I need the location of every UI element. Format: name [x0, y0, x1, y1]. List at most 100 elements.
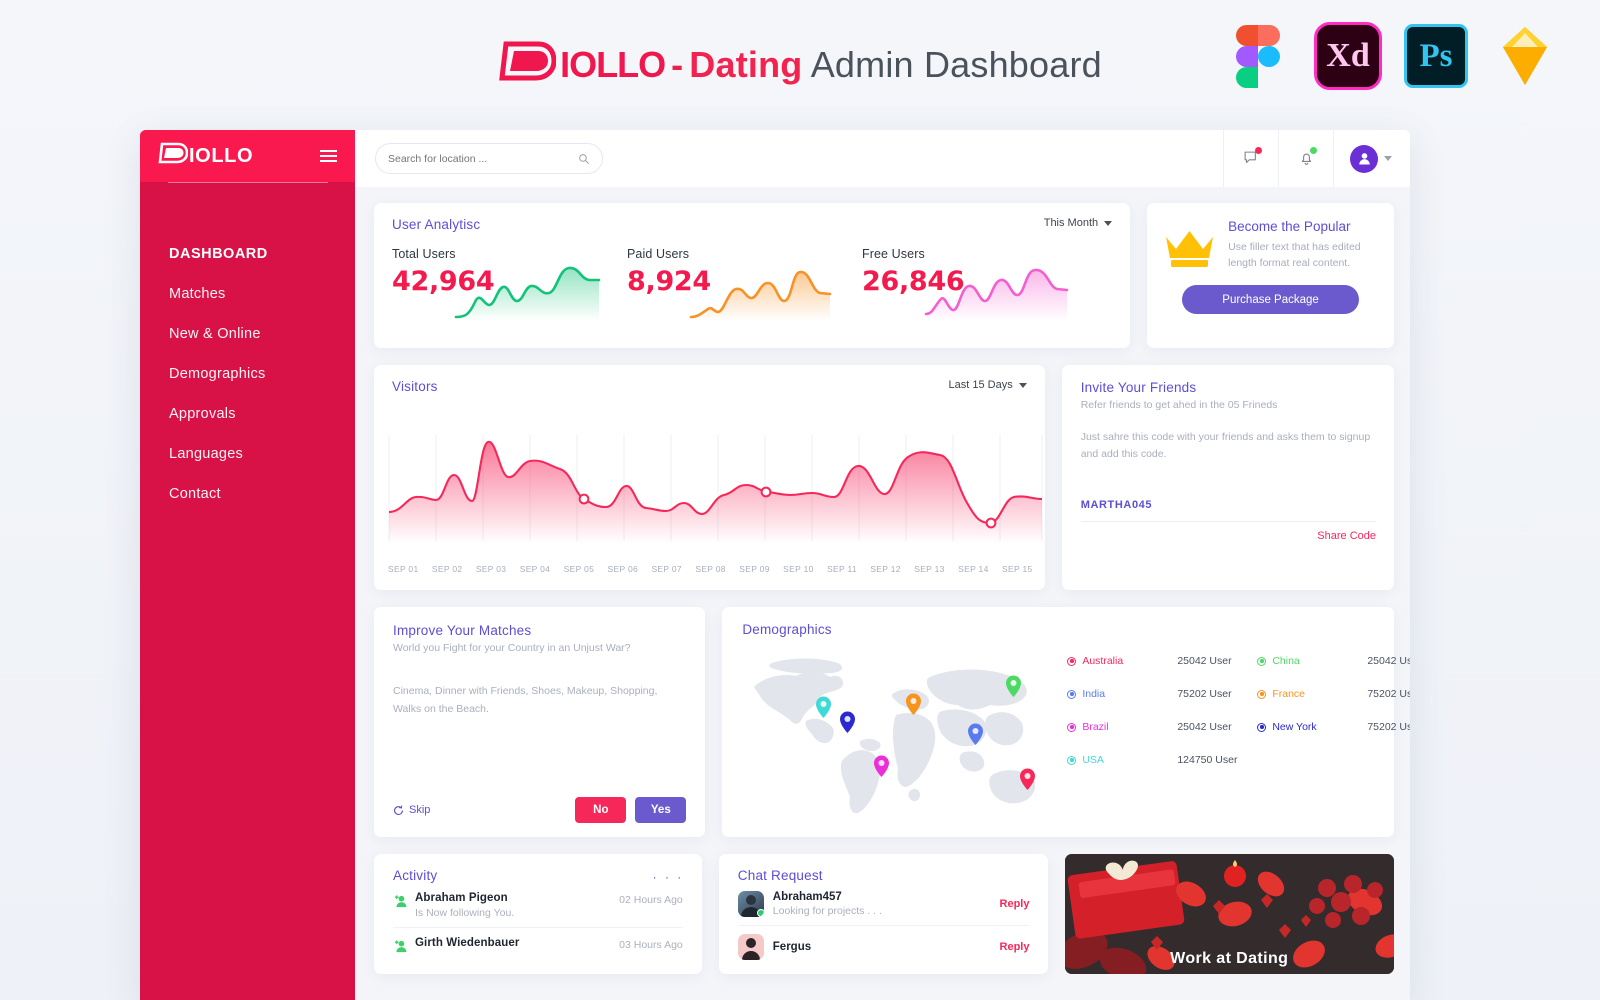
- sidebar-item-contact[interactable]: Contact: [140, 474, 355, 514]
- page-root: IOLLO - Dating Admin Dashboard Xd Ps IOL…: [0, 0, 1600, 1000]
- chart-marker: [985, 517, 997, 529]
- chat-request-card: Chat Request Abraham457 Looking for proj…: [718, 854, 1048, 974]
- photoshop-logo-icon: Ps: [1404, 24, 1468, 88]
- messages-button[interactable]: [1223, 130, 1278, 187]
- user-menu[interactable]: [1333, 130, 1410, 187]
- axis-tick: SEP 09: [739, 564, 770, 574]
- stat-label: Paid Users: [627, 247, 690, 261]
- axis-tick: SEP 08: [695, 564, 726, 574]
- skip-label: Skip: [409, 804, 431, 816]
- activity-item-body: Abraham Pigeon Is Now following You.: [415, 892, 514, 919]
- sidebar-brand-text: IOLLO: [189, 144, 254, 167]
- online-indicator: [756, 909, 764, 917]
- search-box[interactable]: [375, 143, 603, 174]
- activity-card: Activity · · · Abraham Pigeon Is Now fol…: [374, 854, 702, 974]
- add-user-icon: [394, 895, 407, 908]
- search-icon: [579, 153, 589, 164]
- avatar-photo: [741, 938, 760, 960]
- sidebar-item-new-online[interactable]: New & Online: [140, 314, 355, 354]
- promo-banner: IOLLO - Dating Admin Dashboard Xd Ps: [0, 0, 1600, 130]
- sidebar-item-matches[interactable]: Matches: [140, 274, 355, 314]
- yes-button[interactable]: Yes: [635, 797, 687, 823]
- status-dot-icon: [1067, 755, 1077, 765]
- demo-entry-newyork: New York: [1257, 721, 1367, 733]
- newyork-pin: [840, 711, 856, 733]
- list-item[interactable]: Abraham457 Looking for projects . . . Re…: [737, 883, 1030, 925]
- axis-tick: SEP 11: [827, 564, 857, 574]
- visitors-card: Visitors Last 15 Days SEP 01 SEP 02 SEP …: [374, 365, 1045, 590]
- adobe-xd-logo-icon: Xd: [1314, 22, 1382, 90]
- sidebar-item-label: Demographics: [169, 366, 266, 382]
- total-users-sparkline: [454, 266, 601, 321]
- row-analytics: User Analytisc This Month Total Users 42…: [374, 203, 1394, 348]
- hamburger-menu-icon[interactable]: [320, 150, 337, 162]
- demo-entry-china: China: [1257, 655, 1367, 667]
- improve-matches-card: Improve Your Matches World you Fight for…: [374, 607, 706, 837]
- no-button[interactable]: No: [575, 797, 627, 823]
- france-pin: [906, 693, 922, 715]
- share-code-link[interactable]: Share Code: [1081, 530, 1376, 542]
- axis-tick: SEP 14: [958, 564, 989, 574]
- sidebar-item-dashboard[interactable]: DASHBOARD: [140, 234, 355, 274]
- skip-button[interactable]: Skip: [393, 804, 430, 816]
- list-item[interactable]: Fergus Reply: [737, 925, 1030, 968]
- sidebar-item-approvals[interactable]: Approvals: [140, 394, 355, 434]
- stat-group: Total Users 42,964 Paid Users 8,924 Free…: [392, 247, 1112, 321]
- invite-code[interactable]: MARTHA045: [1081, 499, 1376, 511]
- notifications-button[interactable]: [1278, 130, 1333, 187]
- list-item[interactable]: Abraham Pigeon Is Now following You. 02 …: [393, 883, 683, 927]
- sidebar-item-demographics[interactable]: Demographics: [140, 354, 355, 394]
- matches-actions: Skip No Yes: [393, 797, 687, 823]
- demo-country-label: USA: [1082, 754, 1104, 766]
- banner-logo-text: IOLLO: [560, 44, 666, 85]
- sidebar-item-label: Approvals: [169, 406, 236, 422]
- app-logo-group: Xd Ps: [1224, 22, 1560, 90]
- activity-user-name: Girth Wiedenbauer: [415, 937, 520, 949]
- map-landmasses: [754, 658, 1036, 814]
- demo-users-brazil: 25042 User: [1177, 721, 1232, 733]
- refresh-icon: [394, 805, 403, 815]
- sidebar: IOLLO DASHBOARD Matches New & Online Dem…: [140, 130, 355, 1000]
- demo-country-label: Brazil: [1082, 721, 1109, 733]
- activity-menu-icon[interactable]: · · ·: [653, 870, 684, 884]
- stat-label: Free Users: [862, 247, 925, 261]
- avatar: [1350, 144, 1378, 173]
- sidebar-item-languages[interactable]: Languages: [140, 434, 355, 474]
- demo-users-newyork: 75202 User: [1367, 721, 1410, 733]
- sidebar-item-label: Matches: [169, 286, 226, 302]
- sidebar-brand[interactable]: IOLLO: [140, 130, 355, 182]
- visitors-period-dropdown[interactable]: Last 15 Days: [949, 379, 1027, 391]
- purchase-package-button[interactable]: Purchase Package: [1182, 285, 1360, 314]
- xd-label: Xd: [1326, 37, 1370, 74]
- axis-tick: SEP 01: [388, 564, 419, 574]
- chart-marker: [760, 486, 772, 498]
- promo-image-card[interactable]: Work at Dating: [1064, 854, 1395, 974]
- become-popular-card: Become the Popular Use filler text that …: [1147, 203, 1394, 348]
- banner-dash: -: [671, 44, 684, 85]
- add-user-icon: [394, 940, 407, 953]
- axis-tick: SEP 15: [1002, 564, 1033, 574]
- reply-button[interactable]: Reply: [1000, 941, 1030, 953]
- analytics-period-dropdown[interactable]: This Month: [1044, 217, 1113, 229]
- popular-subtitle: Use filler text that has edited length f…: [1228, 241, 1361, 269]
- demo-users-india: 75202 User: [1177, 688, 1232, 700]
- reply-button[interactable]: Reply: [1000, 898, 1030, 910]
- invite-subtitle: Refer friends to get ahed in the 05 Frin…: [1080, 399, 1278, 411]
- main-content: User Analytisc This Month Total Users 42…: [355, 187, 1410, 1000]
- free-users-sparkline: [924, 268, 1069, 321]
- visitors-area-chart: [388, 435, 1043, 543]
- demo-entry-france: France: [1257, 688, 1367, 700]
- ps-label: Ps: [1419, 37, 1453, 74]
- activity-user-name: Abraham Pigeon: [415, 892, 508, 904]
- list-item[interactable]: Girth Wiedenbauer 03 Hours Ago: [393, 927, 683, 962]
- chat-user-message: Looking for projects . . .: [772, 905, 882, 917]
- search-input[interactable]: [388, 152, 578, 165]
- popular-header: Become the Popular Use filler text that …: [1163, 219, 1378, 271]
- activity-timestamp: 02 Hours Ago: [619, 894, 683, 906]
- demo-users-china: 25042 User: [1367, 655, 1410, 667]
- popular-title: Become the Popular: [1228, 219, 1351, 234]
- axis-tick: SEP 03: [475, 564, 507, 574]
- sidebar-nav: DASHBOARD Matches New & Online Demograph…: [140, 182, 355, 514]
- matches-question: World you Fight for your Country in an U…: [393, 642, 631, 654]
- sidebar-item-label: Contact: [169, 486, 221, 502]
